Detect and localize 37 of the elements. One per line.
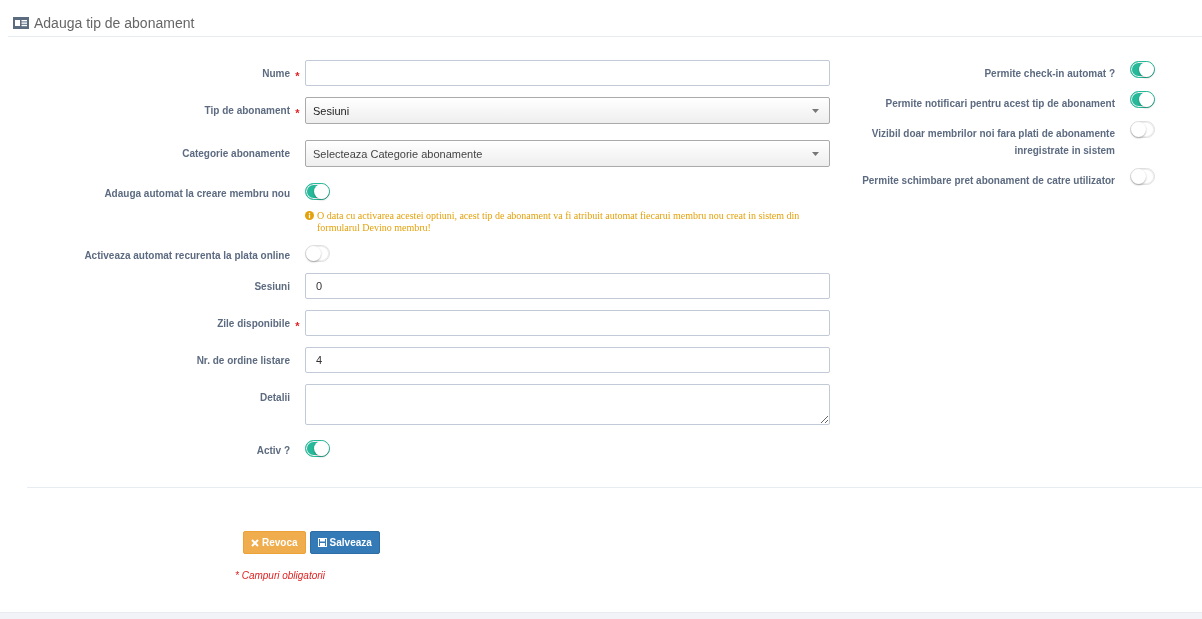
option-label: Permite notificari pentru acest tip de abonament <box>884 97 1115 111</box>
field-label: Zile disponibile <box>216 317 290 329</box>
required-mark: * <box>295 320 300 332</box>
required-mark: * <box>295 107 300 119</box>
field-label: Categorie abonamente <box>181 147 290 159</box>
required-mark: * <box>295 70 300 82</box>
input-field[interactable]: 4 <box>305 347 830 373</box>
close-icon <box>251 538 259 547</box>
field-label: Detalii <box>259 391 290 403</box>
field-label: Activ ? <box>255 444 290 456</box>
field-label: Nume <box>261 67 290 79</box>
save-button[interactable]: Salveaza <box>309 531 380 554</box>
info-icon <box>305 211 314 220</box>
info-hint: O data cu activarea acestei optiuni, acest tip de abonament va fi atribuit automat fiecarui membru nou creat in sistem din formularul Devino membru! <box>317 210 801 234</box>
option-label: Permite check-in automat ? <box>983 67 1115 81</box>
dropdown[interactable]: Selecteaza Categorie abonamente <box>305 140 830 167</box>
field-label: Nr. de ordine listare <box>195 354 290 366</box>
caret-icon <box>812 151 819 156</box>
toggle-switch[interactable] <box>1130 91 1155 108</box>
required-note: * Campuri obligatorii <box>235 570 327 581</box>
toggle-switch[interactable] <box>305 440 330 457</box>
caret-icon <box>812 108 819 113</box>
input-field[interactable]: 0 <box>305 273 830 299</box>
input-field[interactable] <box>305 310 830 336</box>
input-field[interactable] <box>305 60 830 86</box>
field-label: Tip de abonament <box>203 104 290 116</box>
toggle-switch[interactable] <box>305 183 330 200</box>
page-title: Adauga tip de abonament <box>34 14 195 31</box>
dropdown[interactable]: Sesiuni <box>305 97 830 124</box>
id-card-icon <box>13 16 29 29</box>
option-label: Permite schimbare pret abonament de catre utilizator <box>861 174 1115 188</box>
field-label: Activeaza automat recurenta la plata online <box>83 249 290 261</box>
text-area[interactable] <box>305 384 830 425</box>
field-label: Adauga automat la creare membru nou <box>103 187 290 199</box>
option-label: Vizibil doar membrilor noi fara plati de abonamente inregistrate in sistem <box>870 127 1115 158</box>
field-label: Sesiuni <box>253 280 290 292</box>
toggle-switch[interactable] <box>1130 61 1155 78</box>
